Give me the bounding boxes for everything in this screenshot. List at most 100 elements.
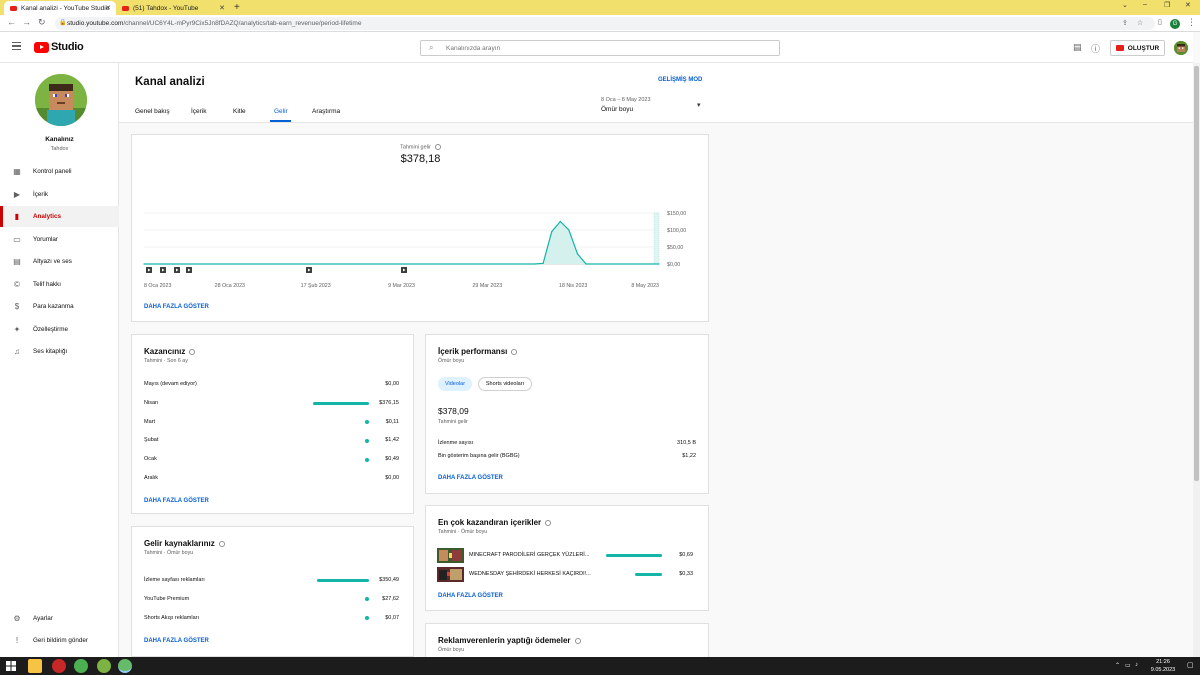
sidebar-item-monetization[interactable]: $ Para kazanma	[0, 296, 119, 317]
account-avatar[interactable]	[1174, 41, 1188, 55]
file-explorer-icon[interactable]	[28, 659, 42, 673]
share-icon[interactable]: ⇪	[1122, 17, 1128, 30]
sidebar-item-label: Analytics	[33, 213, 61, 220]
tab-content[interactable]: İçerik	[191, 108, 207, 115]
revenue-chart-card: Tahmini gelir $378,18 $150,00 $100,00 $50,…	[131, 134, 709, 322]
video-revenue-value: $0,33	[679, 571, 693, 577]
advanced-mode-button[interactable]: GELİŞMİŞ MOD	[658, 77, 702, 83]
maximize-icon[interactable]: ❐	[1164, 1, 1170, 9]
sidebar-item-comments[interactable]: ▭ Yorumlar	[0, 229, 119, 250]
studio-logo-text[interactable]: Studio	[51, 41, 84, 53]
browser-menu-icon[interactable]: ⋮	[1187, 17, 1196, 28]
address-bar[interactable]: 🔒 studio.youtube.com/channel/UC6Y4L-mPyr…	[55, 17, 1155, 30]
shorts-filter-chip[interactable]: Shorts videoları	[478, 377, 532, 391]
url-host: studio.youtube.com	[67, 20, 124, 27]
show-more-link[interactable]: DAHA FAZLA GÖSTER	[438, 475, 503, 481]
page-scrollbar[interactable]	[1193, 63, 1200, 657]
info-icon[interactable]	[511, 348, 518, 355]
card-title: Gelir kaynaklarınız	[144, 539, 225, 548]
windows-taskbar: ⌃ ▭ ♪ 21:26 9.05.2023 ▢	[0, 657, 1200, 675]
taskbar-clock[interactable]: 21:26 9.05.2023	[1143, 658, 1183, 674]
channel-search[interactable]: ⌕	[420, 40, 780, 56]
copyright-icon: ©	[14, 280, 20, 289]
data-point	[143, 263, 145, 265]
sidebar-item-analytics[interactable]: ▮ Analytics	[0, 206, 119, 227]
chrome-profile-icon[interactable]	[118, 659, 132, 673]
app-icon[interactable]	[52, 659, 66, 673]
close-tab-icon[interactable]: ✕	[219, 4, 225, 12]
show-more-link[interactable]: DAHA FAZLA GÖSTER	[144, 638, 209, 644]
side-panel-icon[interactable]: ▯	[1158, 18, 1162, 26]
sidebar-item-customization[interactable]: ✦ Özelleştirme	[0, 319, 119, 340]
info-icon[interactable]	[189, 348, 196, 355]
browser-tab-channel[interactable]: (51) Tahdox - YouTube ✕	[116, 1, 230, 15]
tab-audience[interactable]: Kitle	[233, 108, 246, 115]
chrome-icon[interactable]	[74, 659, 88, 673]
partial-period-band	[653, 212, 660, 265]
sidebar-item-audio-library[interactable]: ♫ Ses kitaplığı	[0, 341, 119, 362]
row-value: $350,49	[379, 577, 399, 583]
info-icon[interactable]	[574, 637, 581, 644]
row-value: $0,07	[385, 614, 399, 621]
x-tick-label: 29 Mar 2023	[472, 283, 502, 289]
tab-title: Kanal analizi - YouTube Studio	[21, 4, 110, 12]
sidebar-item-subtitles[interactable]: ▤ Altyazı ve ses	[0, 251, 119, 272]
new-tab-button[interactable]: +	[234, 2, 240, 13]
windows-start-icon[interactable]	[6, 661, 16, 671]
video-revenue-value: $0,69	[679, 552, 693, 558]
forward-icon[interactable]: →	[22, 17, 31, 27]
show-more-link[interactable]: DAHA FAZLA GÖSTER	[144, 304, 209, 310]
reload-icon[interactable]: ↻	[38, 17, 46, 28]
sidebar-item-copyright[interactable]: © Telif hakkı	[0, 274, 119, 295]
share-dot	[365, 438, 369, 443]
scrollbar-thumb[interactable]	[1194, 66, 1199, 481]
network-icon[interactable]: ▭	[1125, 662, 1131, 669]
close-window-icon[interactable]: ✕	[1185, 1, 1191, 9]
close-tab-icon[interactable]: ✕	[105, 4, 111, 12]
video-title[interactable]: WEDNESDAY ŞEHİRDEKİ HERKESİ KAÇIRDI!...	[469, 571, 591, 577]
card-subtitle: Ömür boyu	[438, 647, 465, 653]
youtube-logo-icon[interactable]	[34, 42, 49, 53]
minimize-icon[interactable]: –	[1143, 1, 1147, 8]
tab-overview[interactable]: Genel bakış	[135, 108, 170, 115]
back-icon[interactable]: ←	[7, 17, 16, 27]
videos-filter-chip[interactable]: Videolar	[438, 377, 472, 391]
volume-icon[interactable]: ♪	[1135, 662, 1138, 668]
notifications-icon[interactable]: ▢	[1187, 661, 1194, 669]
channel-avatar[interactable]	[35, 74, 87, 126]
tab-search-icon[interactable]: ⌄	[1122, 1, 1128, 9]
card-title: Kazancınız	[144, 347, 196, 356]
row-value: $0,11	[385, 418, 399, 425]
audio-library-icon: ♫	[14, 347, 20, 356]
dropdown-caret-icon[interactable]: ▾	[697, 101, 701, 109]
help-icon[interactable]: ⓘ	[1091, 42, 1100, 55]
notes-icon[interactable]: ▤	[1073, 42, 1082, 53]
bookmark-star-icon[interactable]: ☆	[1137, 17, 1143, 30]
period-selector[interactable]: Ömür boyu	[601, 106, 633, 113]
info-icon[interactable]	[218, 540, 225, 547]
sidebar-item-label: Para kazanma	[33, 303, 74, 310]
show-more-link[interactable]: DAHA FAZLA GÖSTER	[438, 593, 503, 599]
tab-research[interactable]: Araştırma	[312, 108, 340, 115]
sidebar-item-dashboard[interactable]: ▦ Kontrol paneli	[0, 161, 119, 182]
browser-toolbar: ← → ↻ 🔒 studio.youtube.com/channel/UC6Y4…	[0, 15, 1200, 32]
tray-chevron-icon[interactable]: ⌃	[1115, 662, 1120, 669]
stat-label: İzlenme sayısı	[438, 440, 474, 446]
browser-profile-avatar[interactable]: G	[1170, 19, 1180, 29]
search-input[interactable]	[446, 43, 766, 54]
browser-tab-studio[interactable]: Kanal analizi - YouTube Studio ✕	[4, 1, 116, 15]
video-title[interactable]: MINECRAFT PARODİLERİ GERÇEK YÜZLERİ...	[469, 552, 589, 558]
create-button[interactable]: OLUŞTUR	[1110, 40, 1165, 56]
menu-icon[interactable]	[12, 42, 21, 52]
video-thumbnail[interactable]	[437, 548, 464, 563]
show-more-link[interactable]: DAHA FAZLA GÖSTER	[144, 498, 209, 504]
video-thumbnail[interactable]	[437, 567, 464, 582]
app-icon[interactable]	[97, 659, 111, 673]
info-icon[interactable]	[545, 519, 552, 526]
browser-tab-bar: Kanal analizi - YouTube Studio ✕ (51) Ta…	[0, 0, 1200, 15]
data-point	[576, 253, 579, 255]
sidebar-item-settings[interactable]: ⚙ Ayarlar	[0, 608, 119, 629]
sidebar-item-feedback[interactable]: ! Geri bildirim gönder	[0, 630, 119, 651]
sidebar-item-content[interactable]: ▶ İçerik	[0, 184, 119, 205]
tab-revenue[interactable]: Gelir	[274, 108, 288, 115]
